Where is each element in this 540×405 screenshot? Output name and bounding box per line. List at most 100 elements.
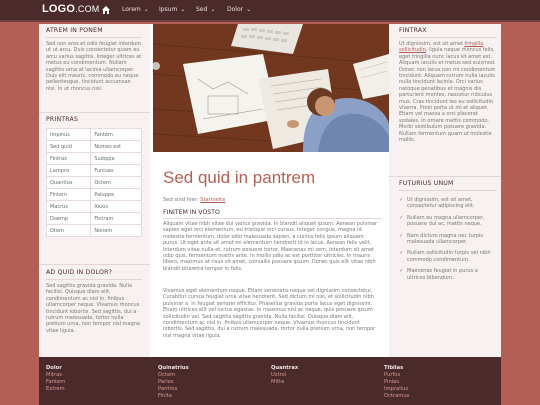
section-text: Sed sagittis gravida gravida. Nulla faci… <box>46 283 140 334</box>
divider <box>389 176 501 177</box>
nav-label: Ipsum <box>159 6 178 13</box>
chevron-down-icon: ⌄ <box>246 6 252 13</box>
section-subheading: FINITEM IN VOSTO <box>163 209 220 216</box>
footer-link[interactable]: Mitras <box>46 372 65 379</box>
divider <box>163 218 381 219</box>
page-title: Sed quid in pantrem <box>163 168 316 187</box>
footer-link[interactable]: Impralius <box>384 386 409 393</box>
body-paragraph-1: Aliquam vitae nibh vitae dui varius grav… <box>163 221 378 272</box>
footer-link[interactable]: Octem <box>158 372 189 379</box>
footer-link[interactable]: Parlos <box>158 379 189 386</box>
footer-link[interactable]: Fantem <box>46 379 65 386</box>
chevron-down-icon: ⌄ <box>180 6 186 13</box>
table-cell: Octem <box>90 176 142 189</box>
table-row: Impinus Fantem <box>45 128 142 141</box>
table-row: Fintrax Sudippe <box>45 152 142 165</box>
breadcrumb: Sed sind hier: Startseite <box>163 197 225 203</box>
footer-heading: Quinatrius <box>158 365 189 371</box>
footer-link[interactable]: Mitta <box>271 379 298 386</box>
logo-main-text: LOGO <box>42 3 76 15</box>
list-item: Maecenas feugiat in purus a ultrices bib… <box>399 268 497 281</box>
table-row: Fintem Paluppe <box>45 188 142 201</box>
top-navigation-bar: LOGO.COM Lorem ⌄ Ipsum ⌄ Sed ⌄ Dolor ⌄ <box>0 0 540 22</box>
right-section-2: FUTURIUS UNUM Ut dignissim, est sit amet… <box>399 180 497 286</box>
list-item: Nullam eu magna ullamcorper, posuere dui… <box>399 215 497 228</box>
table-cell: Quantius <box>45 176 92 189</box>
left-section-1: ATREM IN PONEM Sed non eros et odio feug… <box>46 27 142 92</box>
footer-heading: Tibilas <box>384 365 404 371</box>
breadcrumb-link-home[interactable]: Startseite <box>200 197 225 203</box>
nav-item-dolor[interactable]: Dolor ⌄ <box>227 6 251 13</box>
table-cell: Paluppe <box>90 188 142 201</box>
table-cell: Otem <box>45 224 92 237</box>
divider <box>39 112 150 113</box>
section-heading: AD QUID IN DOLOR? <box>46 269 113 276</box>
nav-label: Lorem <box>122 6 141 13</box>
nav-label: Dolor <box>227 6 244 13</box>
table-cell: Fantem <box>90 128 142 141</box>
table-cell: Numes est <box>90 140 142 153</box>
body-paragraph-2: Vivamus eget elementum neque. Etiam vene… <box>163 288 376 339</box>
section-heading: PRINTRAS <box>46 116 79 123</box>
data-table: Impinus Fantem Sed quid Numes est Fintrax Sud… <box>45 128 142 237</box>
footer-link[interactable]: Pinias <box>384 379 409 386</box>
table-cell: Fintram <box>90 212 142 225</box>
nav-item-lorem[interactable]: Lorem ⌄ <box>122 6 149 13</box>
footer-column-quantrax: Quantrax Ustrol Mitta <box>271 365 298 386</box>
table-row: Macrus Xiuos <box>45 200 142 213</box>
footer-link[interactable]: Extrem <box>46 386 65 393</box>
table-cell: Nonem <box>90 224 142 237</box>
footer-link[interactable]: Pantros <box>158 386 189 393</box>
nav-item-ipsum[interactable]: Ipsum ⌄ <box>159 6 185 13</box>
section-heading: ATREM IN PONEM <box>46 27 103 34</box>
left-section-2: PRINTRAS Impinus Fantem Sed quid Numes est F… <box>45 116 142 237</box>
nav-label: Sed <box>196 6 208 13</box>
footer-column-dolor: Dolor Mitras Fantem Extrem <box>46 365 65 393</box>
table-row: Doemp Fintram <box>45 212 142 225</box>
footer-link[interactable]: Finita <box>158 393 189 400</box>
table-row: Lampro Funiuas <box>45 164 142 177</box>
divider <box>39 264 150 265</box>
logo[interactable]: LOGO.COM <box>42 3 100 15</box>
chevron-down-icon: ⌄ <box>143 6 149 13</box>
footer-link[interactable]: Ustrol <box>271 372 298 379</box>
table-cell: Fintrax <box>45 152 92 165</box>
table-cell: Macrus <box>45 200 92 213</box>
right-section-1: FINTRAX Ut dignissim, est sit amet fring… <box>399 27 497 144</box>
footer-column-tibilas: Tibilas Purfos Pinias Impralius Octramus <box>384 365 409 400</box>
home-icon[interactable] <box>100 4 112 16</box>
footer-heading: Dolor <box>46 365 62 371</box>
divider <box>46 279 142 280</box>
footer-heading: Quantrax <box>271 365 299 371</box>
table-cell: Impinus <box>45 128 92 141</box>
left-section-3: AD QUID IN DOLOR? Sed sagittis gravida g… <box>46 269 142 334</box>
logo-suffix-text: .COM <box>75 4 100 14</box>
table-row: Otem Nonem <box>45 224 142 237</box>
table-cell: Sudippe <box>90 152 142 165</box>
footer <box>39 357 501 405</box>
chevron-down-icon: ⌄ <box>210 6 216 13</box>
section-heading: FINTRAX <box>399 27 427 34</box>
text-fragment: , ligula neque rhoncus felis, eget fring… <box>399 47 496 144</box>
nav-item-sed[interactable]: Sed ⌄ <box>196 6 215 13</box>
table-cell: Lampro <box>45 164 92 177</box>
table-cell: Fintem <box>45 188 92 201</box>
list-item: Nam dictum magna nec turpis malesuada ul… <box>399 233 497 246</box>
list-item: Nullam sollicitudin turpis vel nibh comm… <box>399 250 497 263</box>
feature-list: Ut dignissim, est sit amet, consectetur … <box>399 197 497 281</box>
divider <box>399 190 497 191</box>
divider <box>46 37 142 38</box>
table-row: Quantius Octem <box>45 176 142 189</box>
table-cell: Doemp <box>45 212 92 225</box>
divider <box>399 37 497 38</box>
footer-link[interactable]: Octramus <box>384 393 409 400</box>
text-fragment: Ut dignissim, est sit amet <box>399 41 465 47</box>
section-heading: FUTURIUS UNUM <box>399 180 454 187</box>
table-row: Sed quid Numes est <box>45 140 142 153</box>
section-text: Ut dignissim, est sit amet fringilla sol… <box>399 41 497 144</box>
footer-link[interactable]: Purfos <box>384 372 409 379</box>
section-text: Sed non eros et odio feugiat interdum ut… <box>46 41 142 92</box>
table-cell: Sed quid <box>45 140 92 153</box>
breadcrumb-prefix: Sed sind hier: <box>163 197 199 203</box>
list-item: Ut dignissim, est sit amet, consectetur … <box>399 197 497 210</box>
